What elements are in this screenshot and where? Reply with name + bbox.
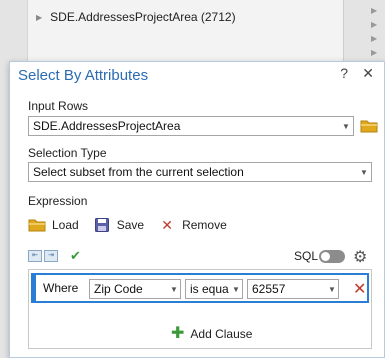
x-mark-icon: ✕ xyxy=(161,216,173,233)
chevron-down-icon: ▼ xyxy=(360,167,368,177)
toggle-knob xyxy=(321,252,330,261)
expression-toolbar: Load Save ✕ Remove xyxy=(28,215,241,235)
expression-label: Expression xyxy=(28,194,88,208)
clause-value: 62557 xyxy=(252,282,286,296)
layer-name: SDE.AddressesProjectArea (2712) xyxy=(50,10,236,24)
expand-triangle-icon[interactable]: ▶ xyxy=(371,32,381,46)
operator-value: is equa xyxy=(190,282,229,296)
clause-builder: Where Zip Code ▼ is equa ▼ 62557 ▼ ✕ ✚ A… xyxy=(28,269,372,349)
selection-type-label: Selection Type xyxy=(28,146,107,160)
sql-toggle[interactable] xyxy=(319,250,345,263)
verify-check-icon[interactable]: ✔ xyxy=(70,248,81,264)
expand-triangle-icon[interactable]: ▶ xyxy=(371,18,381,32)
folder-icon xyxy=(28,217,46,233)
input-rows-value: SDE.AddressesProjectArea xyxy=(33,119,181,133)
load-button[interactable]: Load xyxy=(28,217,79,233)
expand-triangle-icon[interactable]: ▶ xyxy=(36,13,42,22)
input-rows-dropdown[interactable]: SDE.AddressesProjectArea ▼ xyxy=(28,116,354,136)
expand-triangle-icon[interactable]: ▶ xyxy=(371,46,381,60)
dialog-titlebar[interactable]: Select By Attributes ? ✕ xyxy=(10,62,384,88)
help-icon[interactable]: ? xyxy=(340,65,348,81)
save-button[interactable]: Save xyxy=(93,217,144,233)
expand-triangle-icon[interactable]: ▶ xyxy=(371,4,381,18)
select-by-attributes-dialog: Select By Attributes ? ✕ Input Rows SDE.… xyxy=(9,61,385,358)
gear-icon[interactable]: ⚙ xyxy=(353,247,367,267)
remove-clause-icon[interactable]: ✕ xyxy=(353,279,366,299)
outdent-icon[interactable]: ⇤ xyxy=(28,250,42,262)
remove-button[interactable]: ✕ Remove xyxy=(158,217,227,233)
save-label: Save xyxy=(116,218,145,232)
value-dropdown[interactable]: 62557 ▼ xyxy=(247,279,339,299)
layer-row[interactable]: ▶ SDE.AddressesProjectArea (2712) xyxy=(36,8,236,26)
field-dropdown[interactable]: Zip Code ▼ xyxy=(89,279,181,299)
indent-icon[interactable]: ⇥ xyxy=(44,250,58,262)
where-clause-row[interactable]: Where Zip Code ▼ is equa ▼ 62557 ▼ ✕ xyxy=(31,273,369,303)
browse-folder-icon[interactable] xyxy=(360,119,378,133)
clause-mini-toolbar: ⇤ ⇥ ✔ xyxy=(28,248,81,264)
chevron-down-icon: ▼ xyxy=(342,121,350,131)
load-label: Load xyxy=(52,218,79,232)
where-label: Where xyxy=(43,281,79,295)
field-value: Zip Code xyxy=(94,282,143,296)
remove-label: Remove xyxy=(182,218,227,232)
chevron-down-icon: ▼ xyxy=(232,284,240,294)
selection-type-dropdown[interactable]: Select subset from the current selection… xyxy=(28,162,372,182)
add-clause-label: Add Clause xyxy=(190,327,253,341)
plus-icon: ✚ xyxy=(171,325,185,342)
chevron-down-icon: ▼ xyxy=(170,284,178,294)
dialog-title: Select By Attributes xyxy=(18,66,149,84)
floppy-disk-icon xyxy=(93,217,111,233)
input-rows-label: Input Rows xyxy=(28,99,89,113)
sql-toggle-label: SQL xyxy=(294,249,319,263)
operator-dropdown[interactable]: is equa ▼ xyxy=(185,279,243,299)
chevron-down-icon: ▼ xyxy=(328,284,336,294)
add-clause-button[interactable]: ✚ Add Clause xyxy=(171,325,253,342)
selection-type-value: Select subset from the current selection xyxy=(33,165,244,179)
close-icon[interactable]: ✕ xyxy=(362,65,374,82)
